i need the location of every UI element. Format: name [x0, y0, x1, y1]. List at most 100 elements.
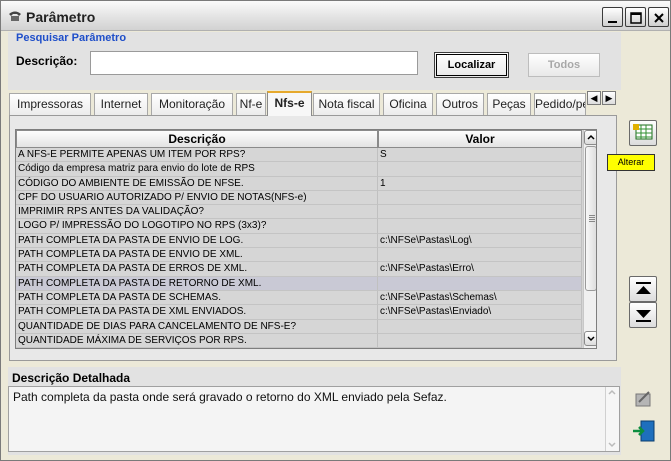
detail-scroll-arrows	[608, 389, 616, 448]
tab-label: Monitoração	[158, 97, 226, 111]
tab-oficina[interactable]: Oficina	[383, 93, 433, 115]
detail-textbox[interactable]: Path completa da pasta onde será gravado…	[8, 386, 620, 452]
localizar-button[interactable]: Localizar	[434, 52, 509, 78]
cell-descricao: Código da empresa matriz para envio do l…	[16, 162, 378, 177]
tab-label: Nota fiscal	[318, 97, 375, 111]
tab-nf-e[interactable]: Nf-e	[236, 93, 266, 115]
tab-nota-fiscal[interactable]: Nota fiscal	[313, 93, 380, 115]
description-input[interactable]	[90, 51, 418, 75]
scroll-thumb[interactable]	[585, 146, 596, 291]
maximize-icon	[630, 12, 642, 24]
cell-valor	[378, 319, 582, 334]
cell-valor	[378, 162, 582, 177]
tab-pecas[interactable]: Peças	[487, 93, 531, 115]
chevron-down-icon	[587, 336, 595, 342]
table-row[interactable]: QUANTIDADE MÁXIMA DE SERVIÇOS POR RPS.	[16, 333, 582, 348]
search-section-title: Pesquisar Parâmetro	[16, 32, 127, 44]
cell-descricao: PATH COMPLETA DA PASTA DE SCHEMAS.	[16, 290, 378, 306]
todos-button[interactable]: Todos	[528, 53, 600, 77]
close-button[interactable]	[648, 7, 669, 27]
cell-descricao: QUANTIDADE MÁXIMA DE SERVIÇOS POR RPS.	[16, 333, 378, 348]
cell-valor	[378, 190, 582, 206]
minimize-button[interactable]	[602, 7, 623, 27]
localizar-label: Localizar	[447, 59, 496, 71]
cell-descricao: PATH COMPLETA DA PASTA DE ENVIO DE XML.	[16, 248, 378, 263]
cell-descricao: A NFS-E PERMITE APENAS UM ITEM POR RPS?	[16, 148, 378, 163]
title-bar: Parâmetro	[1, 1, 670, 31]
table-row[interactable]: PATH COMPLETA DA PASTA DE ENVIO DE LOG. c…	[16, 233, 582, 249]
move-top-button[interactable]	[629, 276, 657, 302]
cell-descricao: QUANTIDADE DE DIAS PARA CANCELAMENTO DE …	[16, 319, 378, 334]
table-row[interactable]: PATH COMPLETA DA PASTA DE ENVIO DE XML.	[16, 248, 582, 263]
move-top-icon	[636, 282, 651, 294]
disabled-action-icon	[635, 391, 651, 407]
tab-impressoras[interactable]: Impressoras	[9, 93, 91, 115]
tab-pedido-pecas[interactable]: Pedido/peças	[534, 93, 586, 115]
grid-header: Descrição Valor	[16, 130, 582, 148]
minimize-icon	[608, 21, 617, 23]
table-row[interactable]: CÓDIGO DO AMBIENTE DE EMISSÃO DE NFSE. 1	[16, 176, 582, 191]
phone-app-icon	[9, 11, 21, 21]
table-row[interactable]: IMPRIMIR RPS ANTES DA VALIDAÇÃO?	[16, 205, 582, 220]
chevron-up-icon	[587, 134, 595, 140]
cell-valor: c:\NFSe\Pastas\Enviado\	[378, 305, 582, 320]
chevron-left-icon: ◀	[590, 93, 598, 103]
table-row[interactable]: PATH COMPLETA DA PASTA DE ERROS DE XML. c…	[16, 262, 582, 277]
edit-button[interactable]	[629, 120, 657, 146]
close-icon	[654, 13, 664, 23]
tab-monitoracao[interactable]: Monitoração	[151, 93, 233, 115]
tab-outros[interactable]: Outros	[436, 93, 484, 115]
move-bottom-button[interactable]	[629, 302, 657, 328]
table-row[interactable]: Código da empresa matriz para envio do l…	[16, 162, 582, 177]
window-title: Parâmetro	[26, 9, 96, 25]
grid-vertical-scrollbar[interactable]	[583, 130, 596, 348]
table-row[interactable]: PATH COMPLETA DA PASTA DE SCHEMAS. c:\NFS…	[16, 290, 582, 306]
cell-descricao: PATH COMPLETA DA PASTA DE ERROS DE XML.	[16, 262, 378, 277]
exit-icon	[633, 420, 655, 442]
detail-vertical-scrollbar[interactable]	[605, 387, 619, 451]
tab-label: Oficina	[389, 97, 427, 111]
search-panel: Pesquisar Parâmetro Descrição: Localizar…	[8, 32, 621, 90]
tab-scroll-left-button[interactable]: ◀	[587, 91, 601, 105]
scroll-down-button[interactable]	[584, 331, 596, 346]
cell-valor: 1	[378, 176, 582, 191]
tab-label: Peças	[492, 97, 526, 111]
tab-label: Nf-e	[239, 97, 263, 111]
table-row[interactable]: LOGO P/ IMPRESSÃO DO LOGOTIPO NO RPS (3x…	[16, 219, 582, 234]
exit-button[interactable]	[631, 419, 657, 445]
category-tabs: Impressoras Internet Monitoração Nf-e Nf…	[9, 91, 617, 116]
column-header-valor[interactable]: Valor	[378, 130, 582, 148]
tab-label: Pedido/peças	[535, 97, 585, 111]
parameters-grid[interactable]: Descrição Valor A NFS-E PERMITE APENAS U…	[15, 129, 597, 349]
tab-scroll-right-button[interactable]: ▶	[602, 91, 616, 105]
tab-label: Impressoras	[16, 97, 84, 111]
tab-content: Descrição Valor A NFS-E PERMITE APENAS U…	[9, 115, 617, 361]
grid-body: A NFS-E PERMITE APENAS UM ITEM POR RPS? S…	[16, 148, 582, 348]
cell-valor	[378, 333, 582, 348]
disabled-action-button[interactable]	[632, 388, 656, 412]
table-row[interactable]: A NFS-E PERMITE APENAS UM ITEM POR RPS? S	[16, 148, 582, 163]
tab-nfs-e[interactable]: Nfs-e	[267, 91, 312, 116]
cell-descricao: PATH COMPLETA DA PASTA DE RETORNO DE XML…	[16, 276, 378, 291]
column-header-descricao[interactable]: Descrição	[16, 130, 378, 148]
cell-valor	[378, 248, 582, 263]
table-row[interactable]: QUANTIDADE DE DIAS PARA CANCELAMENTO DE …	[16, 319, 582, 334]
table-row[interactable]: PATH COMPLETA DA PASTA DE RETORNO DE XML…	[16, 276, 582, 291]
tab-internet[interactable]: Internet	[94, 93, 148, 115]
chevron-right-icon: ▶	[605, 93, 613, 103]
scroll-up-button[interactable]	[584, 130, 596, 145]
cell-valor: c:\NFSe\Pastas\Schemas\	[378, 290, 582, 306]
tab-label: Internet	[100, 97, 142, 111]
cell-valor	[378, 219, 582, 234]
cell-valor	[378, 205, 582, 220]
maximize-button[interactable]	[625, 7, 646, 27]
move-bottom-icon	[636, 310, 651, 322]
todos-label: Todos	[547, 59, 581, 71]
parametro-window: Parâmetro Pesquisar Parâmetro Descrição:…	[0, 0, 671, 461]
detail-panel: Descrição Detalhada Path completa da pas…	[8, 367, 621, 455]
cell-valor	[378, 276, 582, 291]
cell-descricao: LOGO P/ IMPRESSÃO DO LOGOTIPO NO RPS (3x…	[16, 219, 378, 234]
edit-grid-icon	[633, 124, 653, 140]
table-row[interactable]: PATH COMPLETA DA PASTA DE XML ENVIADOS. c…	[16, 305, 582, 320]
table-row[interactable]: CPF DO USUARIO AUTORIZADO P/ ENVIO DE NO…	[16, 190, 582, 206]
